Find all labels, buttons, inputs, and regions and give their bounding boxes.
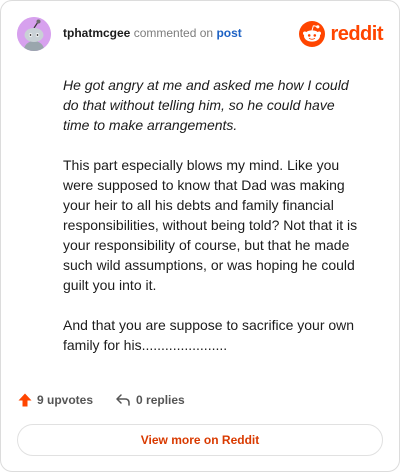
username-link[interactable]: tphatmcgee: [63, 26, 130, 40]
comment-footer: 9 upvotes 0 replies: [17, 389, 185, 411]
quoted-text: He got angry at me and asked me how I co…: [63, 77, 349, 133]
view-more-button[interactable]: View more on Reddit: [17, 424, 383, 456]
snoo-avatar-icon: [17, 17, 51, 51]
reply-count[interactable]: 0 replies: [115, 392, 185, 408]
reddit-brand[interactable]: reddit: [299, 21, 383, 47]
comment-paragraph: This part especially blows my mind. Like…: [63, 157, 358, 293]
upvote-count[interactable]: 9 upvotes: [17, 392, 93, 408]
post-link[interactable]: post: [216, 26, 241, 40]
upvote-arrow-icon: [18, 393, 32, 407]
brand-wordmark: reddit: [330, 22, 383, 45]
comment-meta: tphatmcgee commented on post: [63, 26, 242, 40]
replies-label: 0 replies: [136, 393, 185, 407]
comment-header: tphatmcgee commented on post reddit: [17, 17, 383, 53]
upvotes-label: 9 upvotes: [37, 393, 94, 407]
comment-body: He got angry at me and asked me how I co…: [63, 75, 363, 375]
reply-arrow-icon: [116, 394, 130, 406]
comment-paragraph: And that you are suppose to sacrifice yo…: [63, 317, 355, 353]
user-avatar[interactable]: [17, 17, 51, 51]
comment-embed-card: tphatmcgee commented on post reddit He g…: [0, 0, 400, 472]
reddit-logo-icon: [299, 21, 326, 47]
action-text: commented on: [133, 26, 214, 40]
